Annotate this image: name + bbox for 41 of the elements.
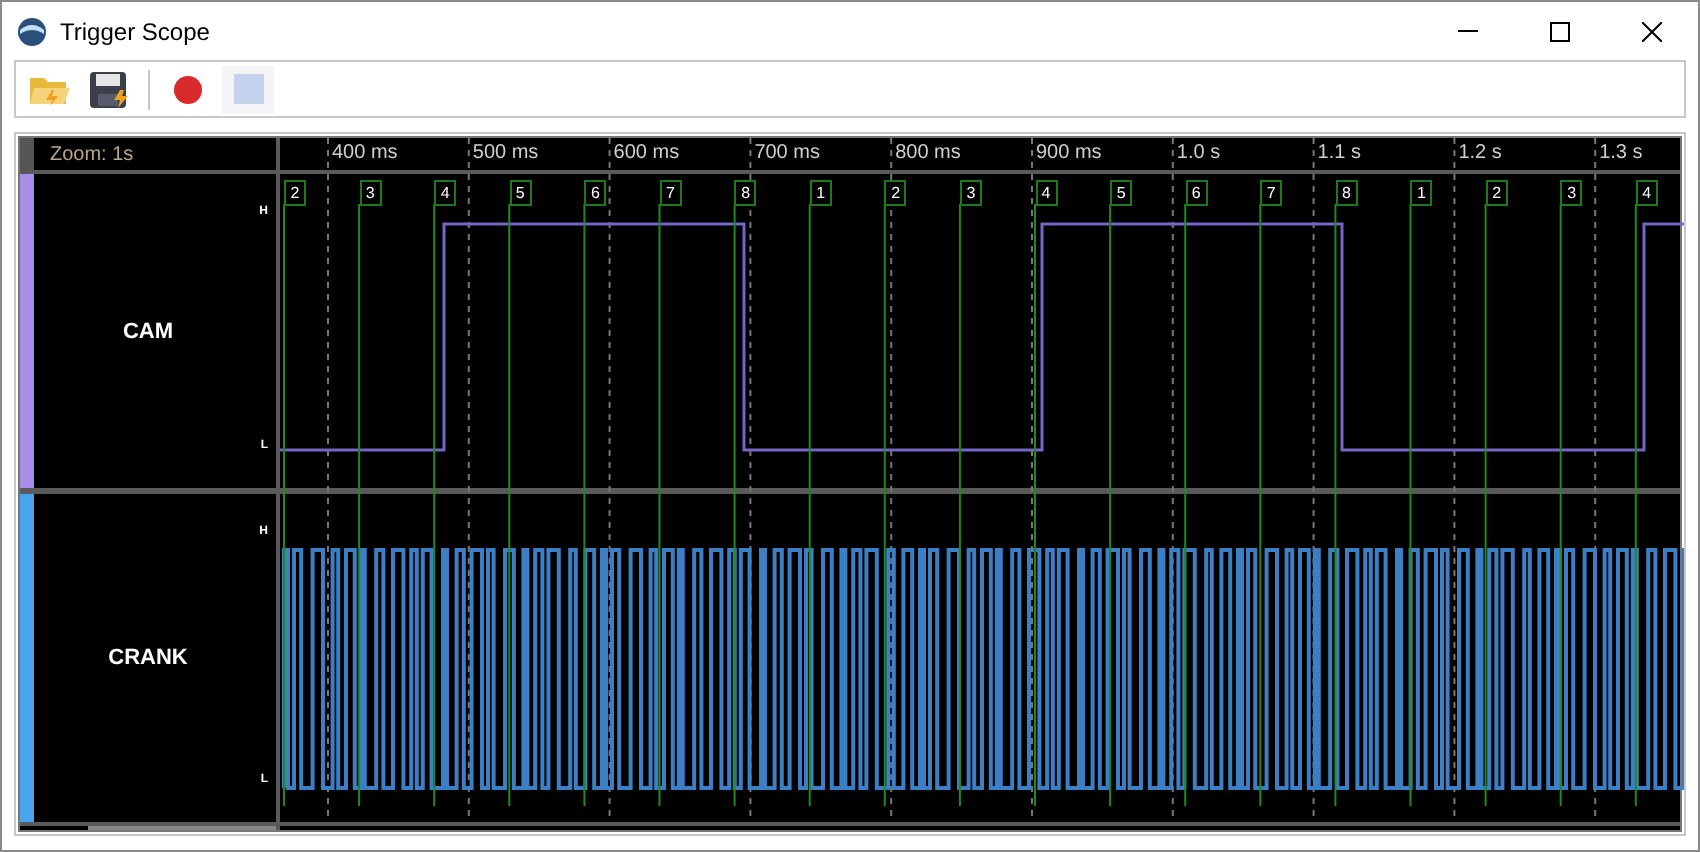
time-tick-label: 900 ms — [1036, 142, 1102, 164]
time-tick-label: 600 ms — [613, 142, 680, 164]
tooth-marker: 1 — [1410, 180, 1433, 206]
tooth-marker: 2 — [284, 180, 306, 206]
time-tick-label: 1.2 s — [1458, 142, 1502, 164]
tooth-marker: 8 — [1335, 180, 1358, 206]
scrollbar-track[interactable] — [280, 826, 1680, 830]
record-icon — [172, 73, 204, 105]
tooth-marker: 6 — [584, 180, 607, 206]
time-tick-label: 400 ms — [332, 142, 398, 164]
tooth-marker: 3 — [959, 180, 982, 206]
close-icon — [1642, 21, 1662, 41]
time-tick-label: 500 ms — [472, 142, 539, 164]
minimize-icon — [1458, 30, 1478, 32]
tooth-marker: 4 — [1635, 180, 1658, 206]
time-tick-label: 1.0 s — [1176, 142, 1221, 164]
time-tick-label: 1.1 s — [1317, 142, 1361, 164]
tooth-marker: 1 — [809, 180, 832, 206]
tooth-marker: 7 — [659, 180, 682, 206]
scrollbar-thumb[interactable] — [88, 826, 276, 830]
tooth-marker: 6 — [1185, 180, 1208, 206]
tooth-marker: 8 — [734, 180, 757, 206]
tooth-marker: 2 — [1485, 180, 1508, 206]
app-logo-icon — [16, 15, 48, 47]
channel-name: CRANK — [108, 646, 188, 670]
tooth-marker: 3 — [1560, 180, 1583, 206]
time-tick-label: 700 ms — [754, 142, 820, 164]
tooth-marker: 2 — [884, 180, 907, 206]
tooth-marker: 4 — [434, 180, 457, 206]
tooth-marker: 4 — [1035, 180, 1057, 206]
tooth-marker: 3 — [359, 180, 382, 206]
window-title: Trigger Scope — [60, 17, 212, 45]
maximize-icon — [1550, 21, 1570, 41]
time-tick-label: 1.3 s — [1599, 142, 1643, 164]
tooth-marker: 5 — [509, 180, 532, 206]
tooth-marker: 5 — [1110, 180, 1133, 206]
channel-name: CAM — [122, 319, 174, 343]
zoom-label: Zoom: 1s — [50, 143, 134, 165]
time-tick-label: 800 ms — [895, 142, 961, 164]
tooth-marker: 7 — [1260, 180, 1283, 206]
stop-icon — [233, 74, 263, 104]
